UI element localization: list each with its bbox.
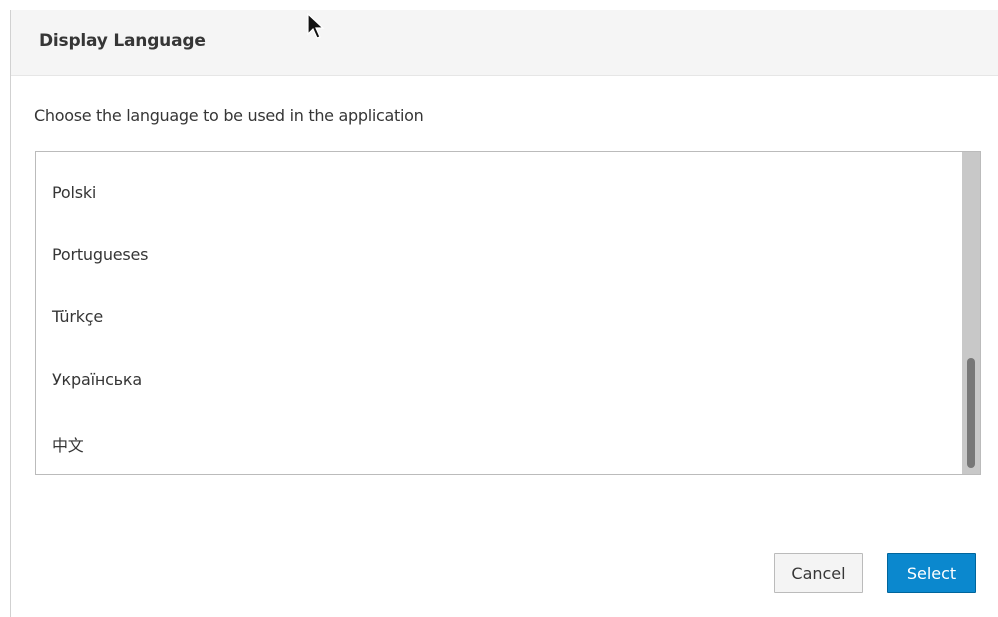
mouse-pointer-icon — [307, 13, 325, 39]
language-item-portugueses[interactable]: Portugueses — [52, 245, 149, 264]
scrollbar-thumb[interactable] — [967, 358, 975, 468]
language-list[interactable]: Polski Portugueses Türkçe Українська 中文 — [35, 151, 981, 475]
dialog-description: Choose the language to be used in the ap… — [34, 106, 424, 125]
cancel-button[interactable]: Cancel — [774, 553, 863, 593]
dialog-title: Display Language — [39, 31, 206, 51]
list-scrollbar[interactable] — [962, 152, 980, 474]
language-item-chinese[interactable]: 中文 — [52, 432, 84, 456]
language-item-polski[interactable]: Polski — [52, 183, 96, 202]
language-item-turkce[interactable]: Türkçe — [52, 307, 103, 326]
select-button[interactable]: Select — [887, 553, 976, 593]
language-item-ukrainska[interactable]: Українська — [52, 370, 142, 389]
dialog-header: Display Language — [11, 10, 998, 76]
display-language-dialog: Display Language Choose the language to … — [10, 10, 998, 617]
